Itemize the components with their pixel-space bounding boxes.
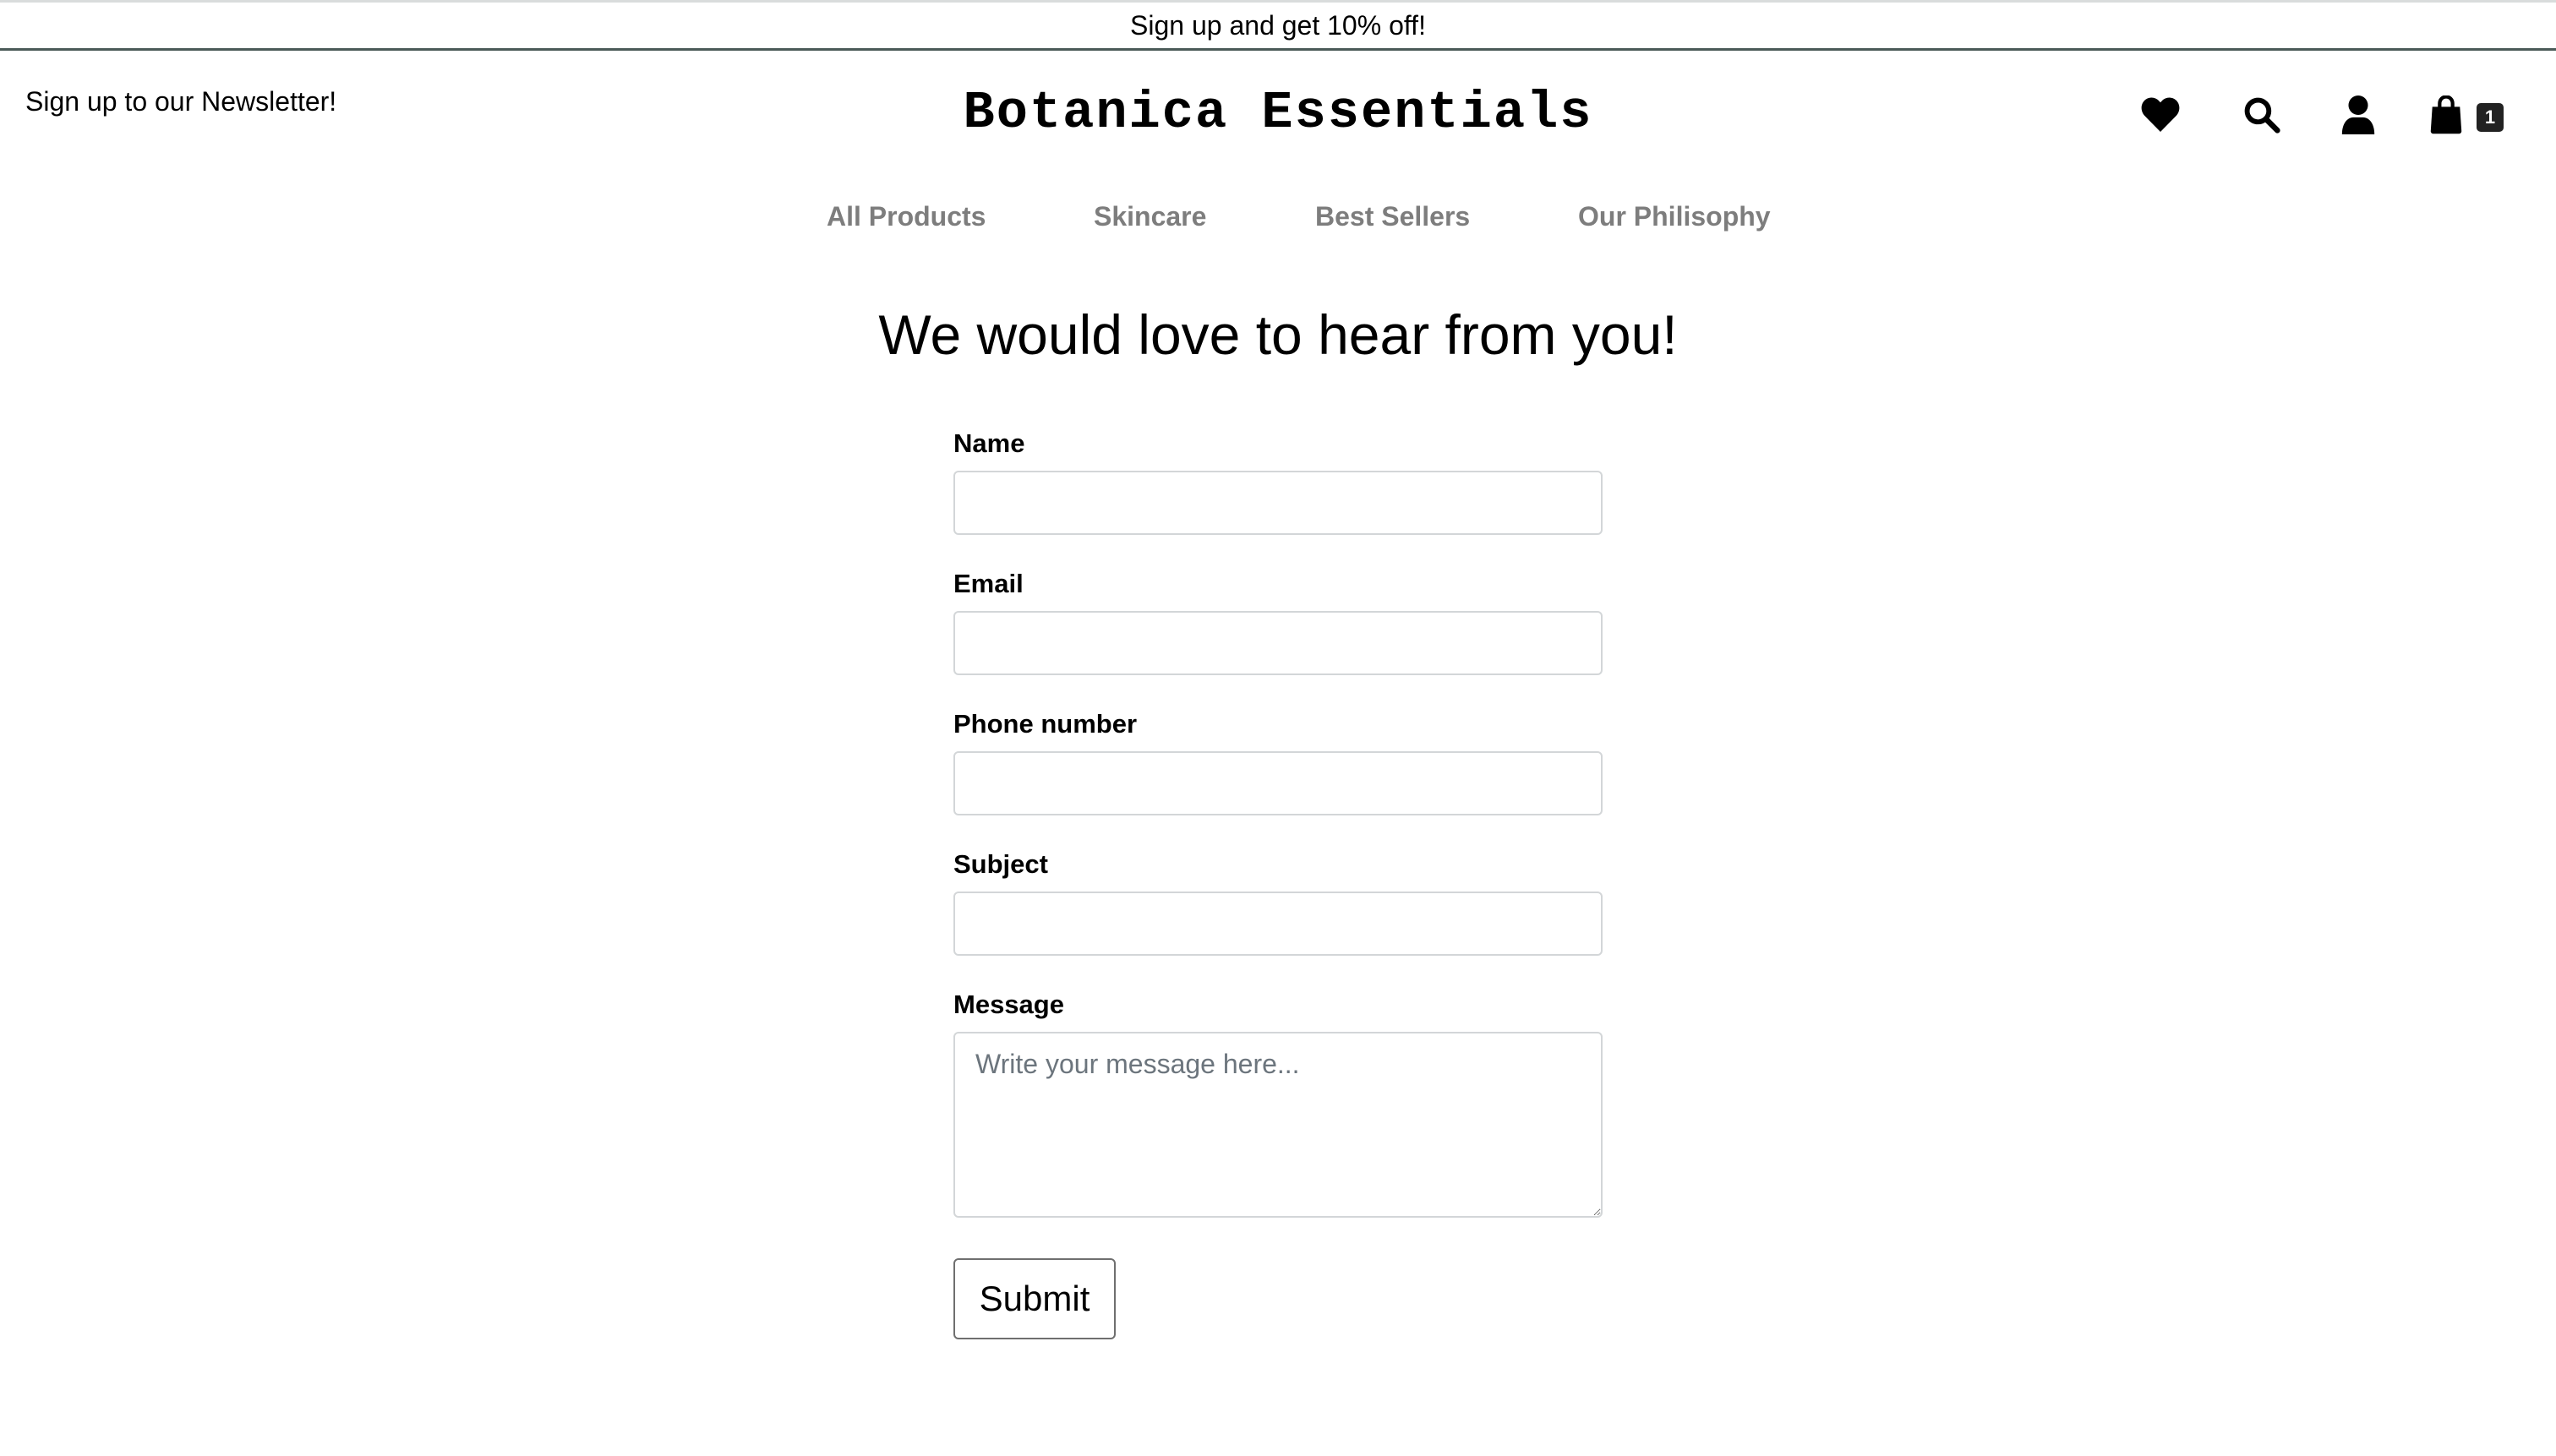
phone-field[interactable] bbox=[953, 751, 1603, 815]
phone-label: Phone number bbox=[953, 709, 1138, 739]
promo-banner: Sign up and get 10% off! bbox=[0, 0, 2556, 51]
heart-icon bbox=[2141, 97, 2180, 133]
cart-count-badge: 1 bbox=[2477, 103, 2504, 132]
page-title: We would love to hear from you! bbox=[878, 303, 1678, 366]
message-label: Message bbox=[953, 990, 1064, 1019]
header-icons: 1 bbox=[0, 91, 2556, 142]
shopping-bag-icon bbox=[2430, 95, 2462, 134]
search-icon bbox=[2244, 97, 2280, 134]
promo-text: Sign up and get 10% off! bbox=[1130, 9, 1426, 41]
user-icon bbox=[2341, 95, 2375, 134]
name-label: Name bbox=[953, 428, 1025, 458]
nav-item-our-philosophy[interactable]: Our Philisophy bbox=[1578, 201, 1771, 232]
submit-button[interactable]: Submit bbox=[953, 1258, 1116, 1339]
contact-form: Name Email Phone number Subject Message … bbox=[953, 427, 1603, 1339]
wishlist-button[interactable] bbox=[2137, 91, 2184, 139]
search-button[interactable] bbox=[2238, 91, 2286, 139]
main-nav: All Products Skincare Best Sellers Our P… bbox=[0, 201, 2556, 235]
subject-label: Subject bbox=[953, 849, 1048, 879]
message-field[interactable] bbox=[953, 1032, 1603, 1218]
account-button[interactable] bbox=[2335, 91, 2382, 139]
cart-button[interactable]: 1 bbox=[2429, 91, 2505, 139]
nav-item-best-sellers[interactable]: Best Sellers bbox=[1315, 201, 1470, 232]
subject-field[interactable] bbox=[953, 892, 1603, 956]
nav-item-all-products[interactable]: All Products bbox=[827, 201, 986, 232]
nav-item-skincare[interactable]: Skincare bbox=[1094, 201, 1206, 232]
email-field[interactable] bbox=[953, 611, 1603, 675]
name-field[interactable] bbox=[953, 471, 1603, 535]
email-label: Email bbox=[953, 569, 1024, 598]
